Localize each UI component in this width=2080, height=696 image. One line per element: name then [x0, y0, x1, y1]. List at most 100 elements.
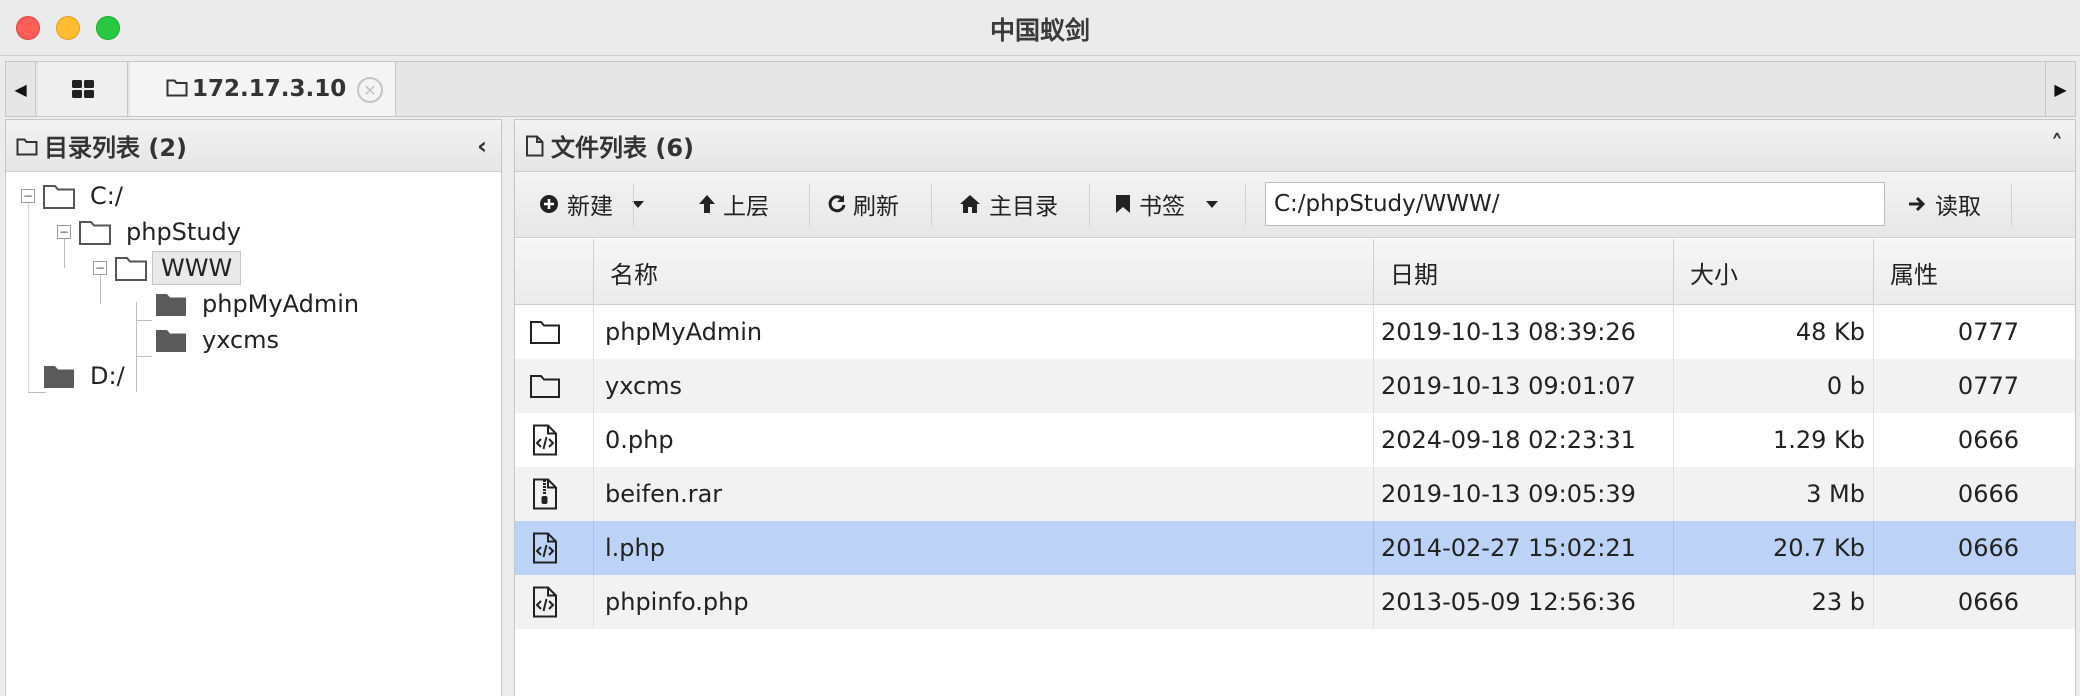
file-panel: 文件列表 (6) ˄ 新建 上层 刷新 主目录 书签 C:/phpStudy/W… [514, 119, 2076, 696]
column-header-name[interactable]: 名称 [593, 239, 1161, 305]
file-table: 名称 日期 大小 属性 phpMyAdmin 2019-10-13 08:39:… [515, 239, 2075, 629]
file-size: 20.7 Kb [1772, 534, 1865, 562]
file-zip-icon [533, 478, 557, 510]
folder-outline-icon [16, 138, 38, 155]
folder-outline-icon [79, 221, 111, 245]
read-label: 读取 [1935, 194, 1981, 220]
file-attr: 0666 [1957, 588, 2019, 616]
plus-circle-icon [540, 195, 558, 213]
file-outline-icon [526, 135, 544, 156]
home-dir-button[interactable]: 主目录 [959, 180, 1058, 228]
folder-outline-icon [166, 79, 188, 97]
home-icon [960, 195, 980, 213]
tree-node-www[interactable]: WWW [114, 248, 242, 288]
folder-outline-icon [115, 257, 147, 281]
file-attr: 0666 [1957, 534, 2019, 562]
file-size: 23 b [1811, 588, 1865, 616]
directory-panel-header: 目录列表 (2) ‹ [6, 120, 501, 172]
column-header-date[interactable]: 日期 [1373, 239, 1673, 305]
table-row-selected[interactable]: l.php 2014-02-27 15:02:21 20.7 Kb 0666 [515, 521, 2075, 575]
tab-scroll-left-button[interactable]: ◀ [6, 62, 36, 116]
folder-outline-icon [530, 375, 560, 398]
table-row[interactable]: phpMyAdmin 2019-10-13 08:39:26 48 Kb 077… [515, 305, 2075, 359]
bookmark-label: 书签 [1139, 194, 1185, 220]
tab-scroll-right-button[interactable]: ▶ [2045, 62, 2075, 116]
tree-node-label: phpStudy [126, 218, 241, 246]
tab-home[interactable] [38, 62, 128, 116]
tree-node-label: phpMyAdmin [202, 290, 360, 318]
directory-panel: 目录列表 (2) ‹ − C:/ − phpStudy − WWW phpMyA… [5, 119, 502, 696]
tree-node-label: C:/ [90, 182, 123, 210]
window-title: 中国蚁剑 [989, 16, 1090, 45]
refresh-icon [828, 195, 846, 213]
column-header-icon [515, 239, 593, 305]
read-button[interactable]: 读取 [1907, 180, 1981, 228]
tab-connection[interactable]: 172.17.3.10 ✕ [130, 62, 396, 116]
file-attr: 0777 [1957, 372, 2019, 400]
arrow-right-icon [1909, 196, 1926, 212]
up-level-label: 上层 [723, 194, 769, 220]
new-button[interactable]: 新建 [539, 180, 645, 228]
tree-node-label: D:/ [90, 362, 125, 390]
file-name: l.php [605, 534, 665, 562]
directory-tree: − C:/ − phpStudy − WWW phpMyAdmin yxcms … [6, 172, 501, 696]
file-toolbar: 新建 上层 刷新 主目录 书签 C:/phpStudy/WWW/ 读取 [515, 172, 2075, 238]
column-header-size[interactable]: 大小 [1673, 239, 1873, 305]
path-input[interactable] [1265, 182, 1885, 226]
file-size: 48 Kb [1795, 318, 1865, 346]
file-name: 0.php [605, 426, 674, 454]
table-row[interactable]: 0.php 2024-09-18 02:23:31 1.29 Kb 0666 [515, 413, 2075, 467]
file-name: yxcms [605, 372, 683, 400]
collapse-toggle[interactable]: − [21, 189, 35, 203]
file-attr: 0777 [1957, 318, 2019, 346]
tree-node-label: WWW [152, 251, 242, 285]
table-row[interactable]: yxcms 2019-10-13 09:01:07 0 b 0777 [515, 359, 2075, 413]
tree-node-label: yxcms [202, 326, 280, 354]
refresh-label: 刷新 [853, 194, 899, 220]
caret-down-icon [1206, 201, 1218, 208]
folder-filled-icon [156, 294, 186, 316]
tab-strip: ◀ 172.17.3.10 ✕ ▶ [5, 61, 2076, 117]
bookmark-button[interactable]: 书签 [1115, 180, 1219, 228]
table-row[interactable]: beifen.rar 2019-10-13 09:05:39 3 Mb 0666 [515, 467, 2075, 521]
file-date: 2019-10-13 09:05:39 [1381, 480, 1636, 508]
file-date: 2019-10-13 08:39:26 [1381, 318, 1636, 346]
file-size: 1.29 Kb [1772, 426, 1865, 454]
file-code-icon [533, 532, 557, 564]
refresh-button[interactable]: 刷新 [827, 180, 899, 228]
collapse-toggle[interactable]: − [93, 261, 107, 275]
tree-node-d[interactable]: D:/ [42, 356, 125, 396]
file-attr: 0666 [1957, 480, 2019, 508]
file-date: 2024-09-18 02:23:31 [1381, 426, 1636, 454]
title-bar: 中国蚁剑 [0, 0, 2080, 56]
tree-node-c[interactable]: C:/ [42, 176, 123, 216]
chevron-left-icon[interactable]: ‹ [477, 132, 487, 160]
folder-filled-icon [156, 330, 186, 352]
file-size: 0 b [1826, 372, 1865, 400]
tab-label: 172.17.3.10 [192, 76, 347, 102]
folder-filled-icon [44, 366, 74, 388]
file-size: 3 Mb [1806, 480, 1865, 508]
file-date: 2019-10-13 09:01:07 [1381, 372, 1636, 400]
file-name: phpMyAdmin [605, 318, 763, 346]
collapse-toggle[interactable]: − [57, 225, 71, 239]
folder-outline-icon [43, 185, 75, 209]
table-row[interactable]: phpinfo.php 2013-05-09 12:56:36 23 b 066… [515, 575, 2075, 629]
column-header-attr[interactable]: 属性 [1873, 239, 2075, 305]
tree-node-phpstudy[interactable]: phpStudy [78, 212, 241, 252]
close-circle-icon[interactable]: ✕ [357, 77, 383, 103]
up-level-button[interactable]: 上层 [697, 180, 769, 228]
tree-node-phpmyadmin[interactable]: phpMyAdmin [154, 284, 359, 324]
file-attr: 0666 [1957, 426, 2019, 454]
file-date: 2013-05-09 12:56:36 [1381, 588, 1636, 616]
folder-outline-icon [530, 321, 560, 344]
directory-panel-title: 目录列表 (2) [44, 134, 187, 162]
arrow-up-icon [699, 195, 715, 213]
bookmark-icon [1116, 195, 1130, 213]
chevron-up-icon[interactable]: ˄ [2051, 130, 2063, 158]
tree-node-yxcms[interactable]: yxcms [154, 320, 279, 360]
table-header: 名称 日期 大小 属性 [515, 239, 2075, 305]
file-name: beifen.rar [605, 480, 723, 508]
file-code-icon [533, 586, 557, 618]
file-panel-title: 文件列表 (6) [551, 134, 694, 162]
